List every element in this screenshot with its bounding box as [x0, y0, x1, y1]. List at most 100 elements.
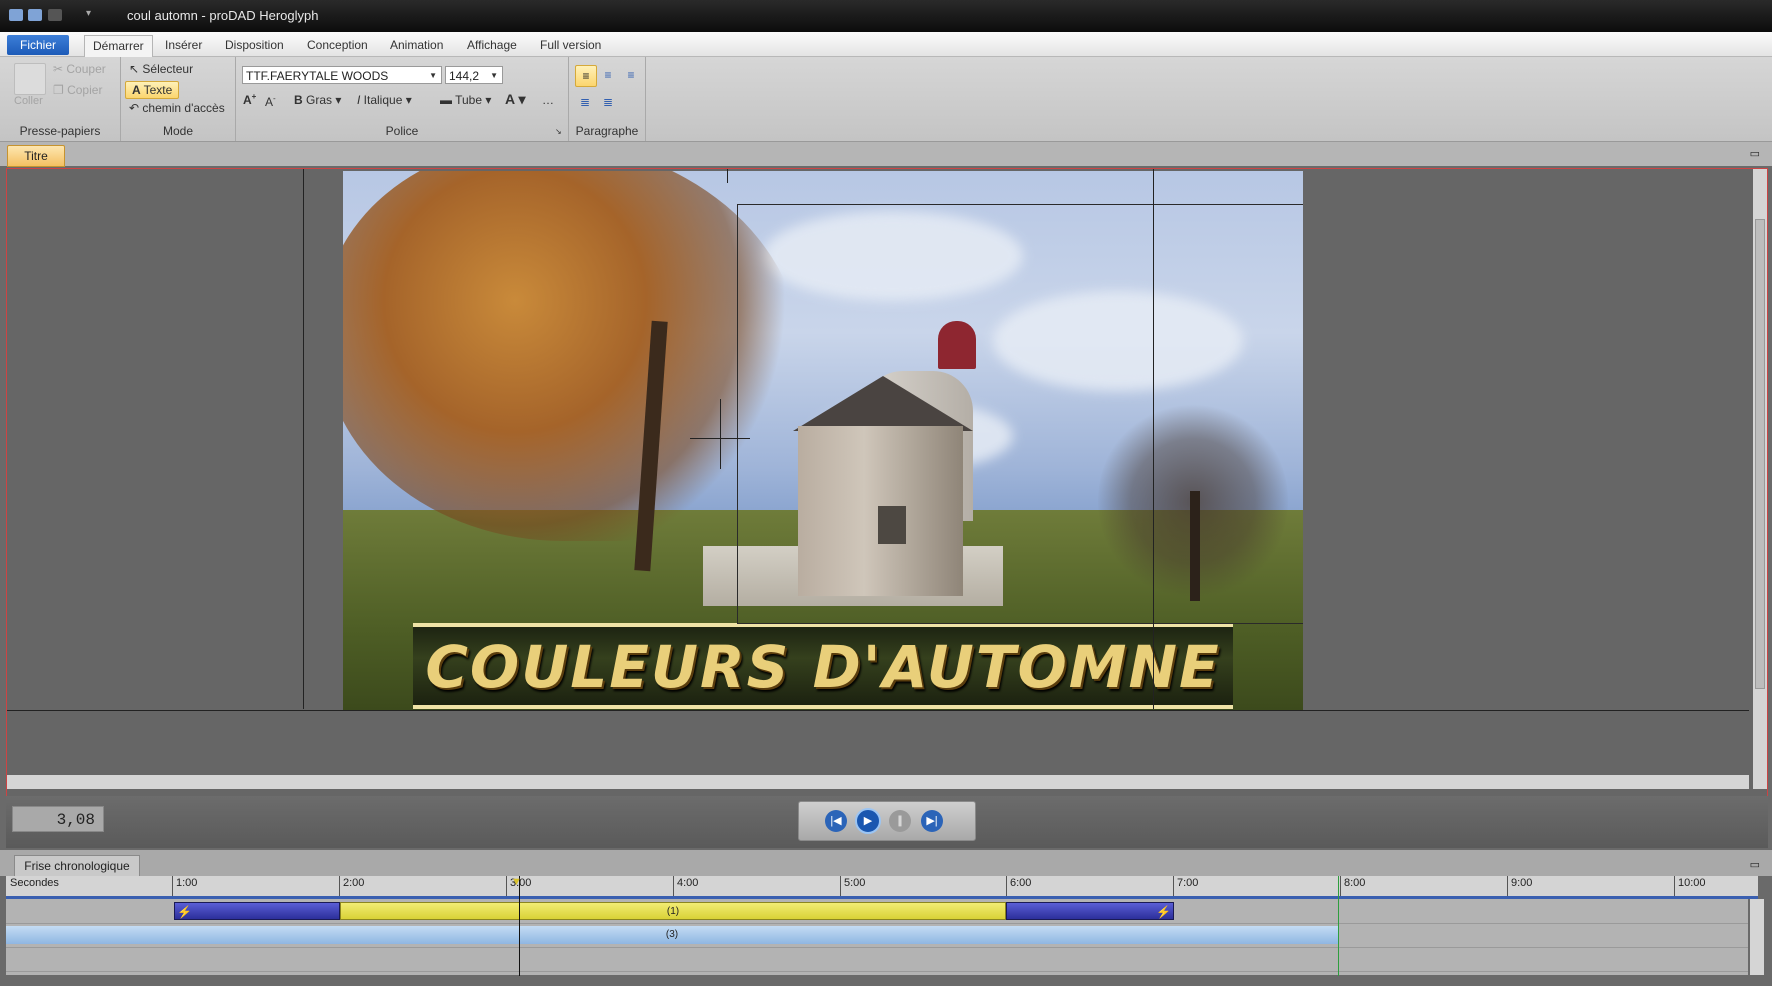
ruler-tick: 7:00	[1173, 876, 1198, 896]
ruler-tick: 5:00	[840, 876, 865, 896]
scroll-thumb[interactable]	[1755, 219, 1765, 689]
tab-frise-chronologique[interactable]: Frise chronologique	[14, 855, 140, 877]
scissors-icon: ✂	[53, 62, 67, 76]
lightning-icon: ⚡	[1156, 905, 1171, 919]
font-color-button[interactable]: A ▾	[505, 91, 526, 108]
tab-full-version[interactable]: Full version	[532, 35, 609, 55]
skip-end-icon[interactable]: ▶|	[921, 810, 943, 832]
timecode-display: 3,08	[12, 806, 104, 832]
more-icon[interactable]: …	[542, 93, 554, 107]
cursor-arrow-icon: ↖	[129, 62, 143, 76]
window-title: coul automn - proDAD Heroglyph	[127, 8, 319, 23]
path-label: chemin d'accès	[142, 101, 225, 115]
paste-icon[interactable]	[14, 63, 46, 95]
justify-all-icon[interactable]: ≣	[598, 92, 618, 112]
ruler-tick: 4:00	[673, 876, 698, 896]
tab-titre[interactable]: Titre	[7, 145, 65, 167]
autumn-tree	[343, 171, 803, 541]
title-bar: ▾ coul automn - proDAD Heroglyph	[0, 0, 1772, 32]
align-left-icon[interactable]: ≡	[575, 65, 597, 87]
undo-icon[interactable]	[48, 9, 62, 21]
timeline-vertical-scrollbar[interactable]	[1750, 899, 1764, 975]
paragraph-group-label: Paragraphe	[575, 124, 639, 138]
player-controls: |◀ ▶ ∥ ▶|	[798, 801, 976, 841]
unit-label: Secondes	[10, 877, 59, 889]
clip-main[interactable]: (1)	[340, 902, 1006, 920]
copy-icon: ❐	[53, 83, 68, 97]
pause-icon[interactable]: ∥	[889, 810, 911, 832]
ribbon: Coller ✂ Couper ❐ Copier Presse-papiers …	[0, 57, 1772, 142]
ruler-tick: 6:00	[1006, 876, 1031, 896]
guide-line	[303, 169, 304, 709]
font-size-value: 144,2	[449, 69, 480, 83]
copy-label: Copier	[67, 83, 103, 97]
font-color-icon: A	[505, 91, 515, 107]
skip-start-icon[interactable]: |◀	[825, 810, 847, 832]
text-mode-label: Texte	[143, 83, 173, 97]
italic-icon: I	[357, 93, 364, 107]
clipboard-group: Coller ✂ Couper ❐ Copier Presse-papiers	[0, 57, 121, 141]
mode-group: ↖ Sélecteur A Texte ↶ chemin d'accès Mod…	[121, 57, 236, 141]
clipboard-group-label: Presse-papiers	[19, 124, 101, 138]
ruler-tick: 10:00	[1674, 876, 1706, 896]
timeline-ruler[interactable]: Secondes 1:00 2:00 3:00 4:00 5:00 6:00 7…	[6, 876, 1758, 899]
font-family-combo[interactable]: TTF.FAERYTALE WOODS ▼	[242, 66, 442, 84]
chevron-down-icon: ▼	[429, 71, 437, 80]
clip-background[interactable]: (3)	[6, 926, 1338, 944]
safe-area-frame	[737, 204, 1303, 624]
tab-animation[interactable]: Animation	[382, 35, 451, 55]
paragraph-group: ≡ ≡ ≡ ≣ ≣ Paragraphe	[569, 57, 646, 141]
grow-font-icon[interactable]: A+	[243, 92, 256, 107]
tab-inserer[interactable]: Insérer	[157, 35, 210, 55]
ruler-tick: 2:00	[339, 876, 364, 896]
clip-fade-in[interactable]: ⚡	[174, 902, 340, 920]
maximize-icon[interactable]: ▭	[1750, 147, 1760, 160]
open-icon[interactable]	[28, 9, 42, 21]
tab-conception[interactable]: Conception	[299, 35, 376, 55]
end-marker[interactable]	[1338, 876, 1339, 976]
tab-demarrer[interactable]: Démarrer	[84, 35, 153, 57]
title-banner[interactable]: COULEURS D'AUTOMNE	[413, 623, 1233, 709]
copy-button[interactable]: ❐ Copier	[53, 83, 102, 97]
text-mode-button[interactable]: A Texte	[125, 81, 180, 99]
tab-affichage[interactable]: Affichage	[459, 35, 525, 55]
timeline-tracks[interactable]: ⚡ (1) ⚡ (3)	[6, 899, 1748, 975]
italic-button[interactable]: I Italique ▾	[357, 93, 412, 107]
font-size-combo[interactable]: 144,2 ▼	[445, 66, 503, 84]
playhead-marker-icon[interactable]: ▼	[511, 876, 522, 888]
bold-button[interactable]: B Gras ▾	[294, 93, 341, 107]
clip-fade-out[interactable]: ⚡	[1006, 902, 1174, 920]
play-icon[interactable]: ▶	[855, 808, 881, 834]
align-center-icon[interactable]: ≡	[598, 65, 618, 85]
text-a-icon: A	[132, 83, 144, 97]
guide-line	[7, 710, 1749, 711]
track-row: ⚡ (1) ⚡	[6, 899, 1748, 924]
shrink-font-icon[interactable]: A-	[265, 94, 276, 109]
cut-button[interactable]: ✂ Couper	[53, 62, 106, 76]
horizontal-scrollbar[interactable]	[7, 775, 1749, 789]
paste-button[interactable]: Coller	[14, 95, 43, 107]
track-row	[6, 947, 1748, 972]
background-photo: COULEURS D'AUTOMNE	[343, 171, 1303, 710]
line-icon: ▬	[440, 93, 456, 107]
quick-access-dropdown-icon[interactable]: ▾	[86, 8, 91, 19]
vertical-scrollbar[interactable]	[1753, 169, 1767, 789]
ruler-tick: 9:00	[1507, 876, 1532, 896]
title-text[interactable]: COULEURS D'AUTOMNE	[413, 633, 1233, 701]
ruler-tick: 8:00	[1340, 876, 1365, 896]
tab-disposition[interactable]: Disposition	[217, 35, 292, 55]
align-right-icon[interactable]: ≡	[621, 65, 641, 85]
path-icon: ↶	[129, 101, 143, 115]
title-editor-canvas[interactable]: COULEURS D'AUTOMNE	[6, 168, 1768, 848]
selector-button[interactable]: ↖ Sélecteur	[129, 62, 193, 76]
chevron-down-icon: ▼	[490, 71, 498, 80]
playhead[interactable]: ▼	[511, 876, 522, 976]
maximize-icon[interactable]: ▭	[1750, 858, 1760, 871]
save-icon[interactable]	[9, 9, 23, 21]
tab-fichier[interactable]: Fichier	[7, 35, 69, 55]
outline-button[interactable]: ▬ Tube ▾	[440, 93, 491, 107]
track-row: (3)	[6, 923, 1748, 948]
justify-icon[interactable]: ≣	[575, 92, 595, 112]
font-family-value: TTF.FAERYTALE WOODS	[246, 69, 389, 83]
path-button[interactable]: ↶ chemin d'accès	[129, 101, 225, 115]
